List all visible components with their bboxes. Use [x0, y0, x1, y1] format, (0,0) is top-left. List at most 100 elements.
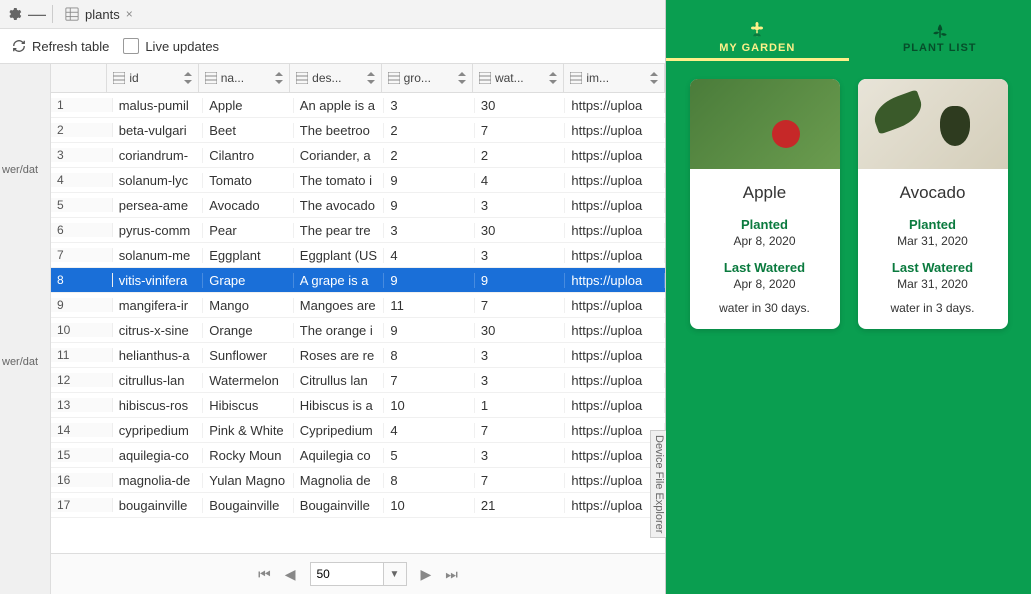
page-size-input[interactable]	[310, 562, 384, 586]
col-header-desc[interactable]: des...	[290, 64, 381, 92]
prev-page-icon[interactable]: ◀	[285, 566, 296, 583]
cell-grow[interactable]: 2	[384, 148, 475, 163]
table-row[interactable]: 5persea-ameAvocadoThe avocado93https://u…	[51, 193, 665, 218]
cell-desc[interactable]: The tomato i	[294, 173, 385, 188]
cell-grow[interactable]: 9	[384, 323, 475, 338]
cell-id[interactable]: helianthus-a	[113, 348, 204, 363]
cell-water[interactable]: 30	[475, 223, 566, 238]
cell-grow[interactable]: 3	[384, 98, 475, 113]
cell-desc[interactable]: An apple is a	[294, 98, 385, 113]
cell-desc[interactable]: The avocado	[294, 198, 385, 213]
table-row[interactable]: 3coriandrum-CilantroCoriander, a22https:…	[51, 143, 665, 168]
cell-desc[interactable]: Bougainville	[294, 498, 385, 513]
cell-grow[interactable]: 8	[384, 473, 475, 488]
cell-name[interactable]: Yulan Magno	[203, 473, 294, 488]
refresh-button[interactable]: Refresh table	[12, 39, 109, 54]
cell-id[interactable]: citrus-x-sine	[113, 323, 204, 338]
cell-grow[interactable]: 11	[384, 298, 475, 313]
cell-water[interactable]: 3	[475, 348, 566, 363]
cell-img[interactable]: https://uploa	[565, 123, 665, 138]
cell-grow[interactable]: 9	[384, 198, 475, 213]
cell-img[interactable]: https://uploa	[565, 173, 665, 188]
cell-id[interactable]: malus-pumil	[113, 98, 204, 113]
cell-name[interactable]: Cilantro	[203, 148, 294, 163]
table-row[interactable]: 10citrus-x-sineOrangeThe orange i930http…	[51, 318, 665, 343]
cell-img[interactable]: https://uploa	[565, 223, 665, 238]
tab-plant-list[interactable]: PLANT LIST	[849, 18, 1031, 58]
cell-water[interactable]: 7	[475, 473, 566, 488]
cell-id[interactable]: pyrus-comm	[113, 223, 204, 238]
table-row[interactable]: 6pyrus-commPearThe pear tre330https://up…	[51, 218, 665, 243]
cell-name[interactable]: Beet	[203, 123, 294, 138]
cell-img[interactable]: https://uploa	[565, 273, 665, 288]
cell-id[interactable]: persea-ame	[113, 198, 204, 213]
cell-grow[interactable]: 10	[384, 398, 475, 413]
cell-img[interactable]: https://uploa	[565, 398, 665, 413]
table-row[interactable]: 2beta-vulgariBeetThe beetroo27https://up…	[51, 118, 665, 143]
cell-water[interactable]: 7	[475, 423, 566, 438]
minimize-icon[interactable]: —	[28, 7, 42, 21]
cell-grow[interactable]: 9	[384, 173, 475, 188]
table-row[interactable]: 17bougainvilleBougainvilleBougainville10…	[51, 493, 665, 518]
cell-id[interactable]: bougainville	[113, 498, 204, 513]
cell-grow[interactable]: 8	[384, 348, 475, 363]
table-row[interactable]: 15aquilegia-coRocky MounAquilegia co53ht…	[51, 443, 665, 468]
cell-water[interactable]: 7	[475, 123, 566, 138]
cell-img[interactable]: https://uploa	[565, 148, 665, 163]
cell-id[interactable]: coriandrum-	[113, 148, 204, 163]
cell-desc[interactable]: Roses are re	[294, 348, 385, 363]
tab-my-garden[interactable]: MY GARDEN	[666, 18, 849, 58]
cell-name[interactable]: Grape	[203, 273, 294, 288]
cell-grow[interactable]: 4	[384, 423, 475, 438]
cell-grow[interactable]: 7	[384, 373, 475, 388]
cell-grow[interactable]: 9	[384, 273, 475, 288]
cell-id[interactable]: mangifera-ir	[113, 298, 204, 313]
col-header-name[interactable]: na...	[199, 64, 290, 92]
cell-id[interactable]: vitis-vinifera	[113, 273, 204, 288]
cell-water[interactable]: 30	[475, 98, 566, 113]
table-row[interactable]: 8vitis-viniferaGrapeA grape is a99https:…	[51, 268, 665, 293]
cell-img[interactable]: https://uploa	[565, 248, 665, 263]
cell-desc[interactable]: The orange i	[294, 323, 385, 338]
cell-name[interactable]: Tomato	[203, 173, 294, 188]
table-row[interactable]: 13hibiscus-rosHibiscusHibiscus is a101ht…	[51, 393, 665, 418]
cell-grow[interactable]: 4	[384, 248, 475, 263]
plant-card[interactable]: AvocadoPlantedMar 31, 2020Last WateredMa…	[858, 79, 1008, 329]
cell-img[interactable]: https://uploa	[565, 298, 665, 313]
table-row[interactable]: 11helianthus-aSunflowerRoses are re83htt…	[51, 343, 665, 368]
cell-water[interactable]: 3	[475, 448, 566, 463]
col-header-id[interactable]: id	[107, 64, 198, 92]
cell-name[interactable]: Orange	[203, 323, 294, 338]
close-icon[interactable]: ×	[126, 7, 133, 21]
cell-grow[interactable]: 3	[384, 223, 475, 238]
cell-id[interactable]: solanum-me	[113, 248, 204, 263]
cell-grow[interactable]: 2	[384, 123, 475, 138]
cell-id[interactable]: magnolia-de	[113, 473, 204, 488]
cell-name[interactable]: Bougainville	[203, 498, 294, 513]
cell-desc[interactable]: Eggplant (US	[294, 248, 385, 263]
next-page-icon[interactable]: ▶	[421, 566, 432, 583]
cell-water[interactable]: 30	[475, 323, 566, 338]
cell-name[interactable]: Eggplant	[203, 248, 294, 263]
editor-tab[interactable]: plants ×	[57, 3, 141, 26]
table-row[interactable]: 7solanum-meEggplantEggplant (US43https:/…	[51, 243, 665, 268]
cell-id[interactable]: solanum-lyc	[113, 173, 204, 188]
cell-id[interactable]: aquilegia-co	[113, 448, 204, 463]
table-row[interactable]: 9mangifera-irMangoMangoes are117https://…	[51, 293, 665, 318]
cell-name[interactable]: Hibiscus	[203, 398, 294, 413]
cell-name[interactable]: Rocky Moun	[203, 448, 294, 463]
cell-img[interactable]: https://uploa	[565, 198, 665, 213]
plant-card[interactable]: ApplePlantedApr 8, 2020Last WateredApr 8…	[690, 79, 840, 329]
cell-desc[interactable]: Mangoes are	[294, 298, 385, 313]
table-row[interactable]: 1malus-pumilAppleAn apple is a330https:/…	[51, 93, 665, 118]
cell-desc[interactable]: A grape is a	[294, 273, 385, 288]
cell-id[interactable]: beta-vulgari	[113, 123, 204, 138]
cell-name[interactable]: Pear	[203, 223, 294, 238]
cell-water[interactable]: 3	[475, 198, 566, 213]
cell-water[interactable]: 1	[475, 398, 566, 413]
cell-water[interactable]: 3	[475, 248, 566, 263]
cell-water[interactable]: 4	[475, 173, 566, 188]
cell-id[interactable]: hibiscus-ros	[113, 398, 204, 413]
cell-name[interactable]: Sunflower	[203, 348, 294, 363]
table-row[interactable]: 12citrullus-lanWatermelonCitrullus lan73…	[51, 368, 665, 393]
